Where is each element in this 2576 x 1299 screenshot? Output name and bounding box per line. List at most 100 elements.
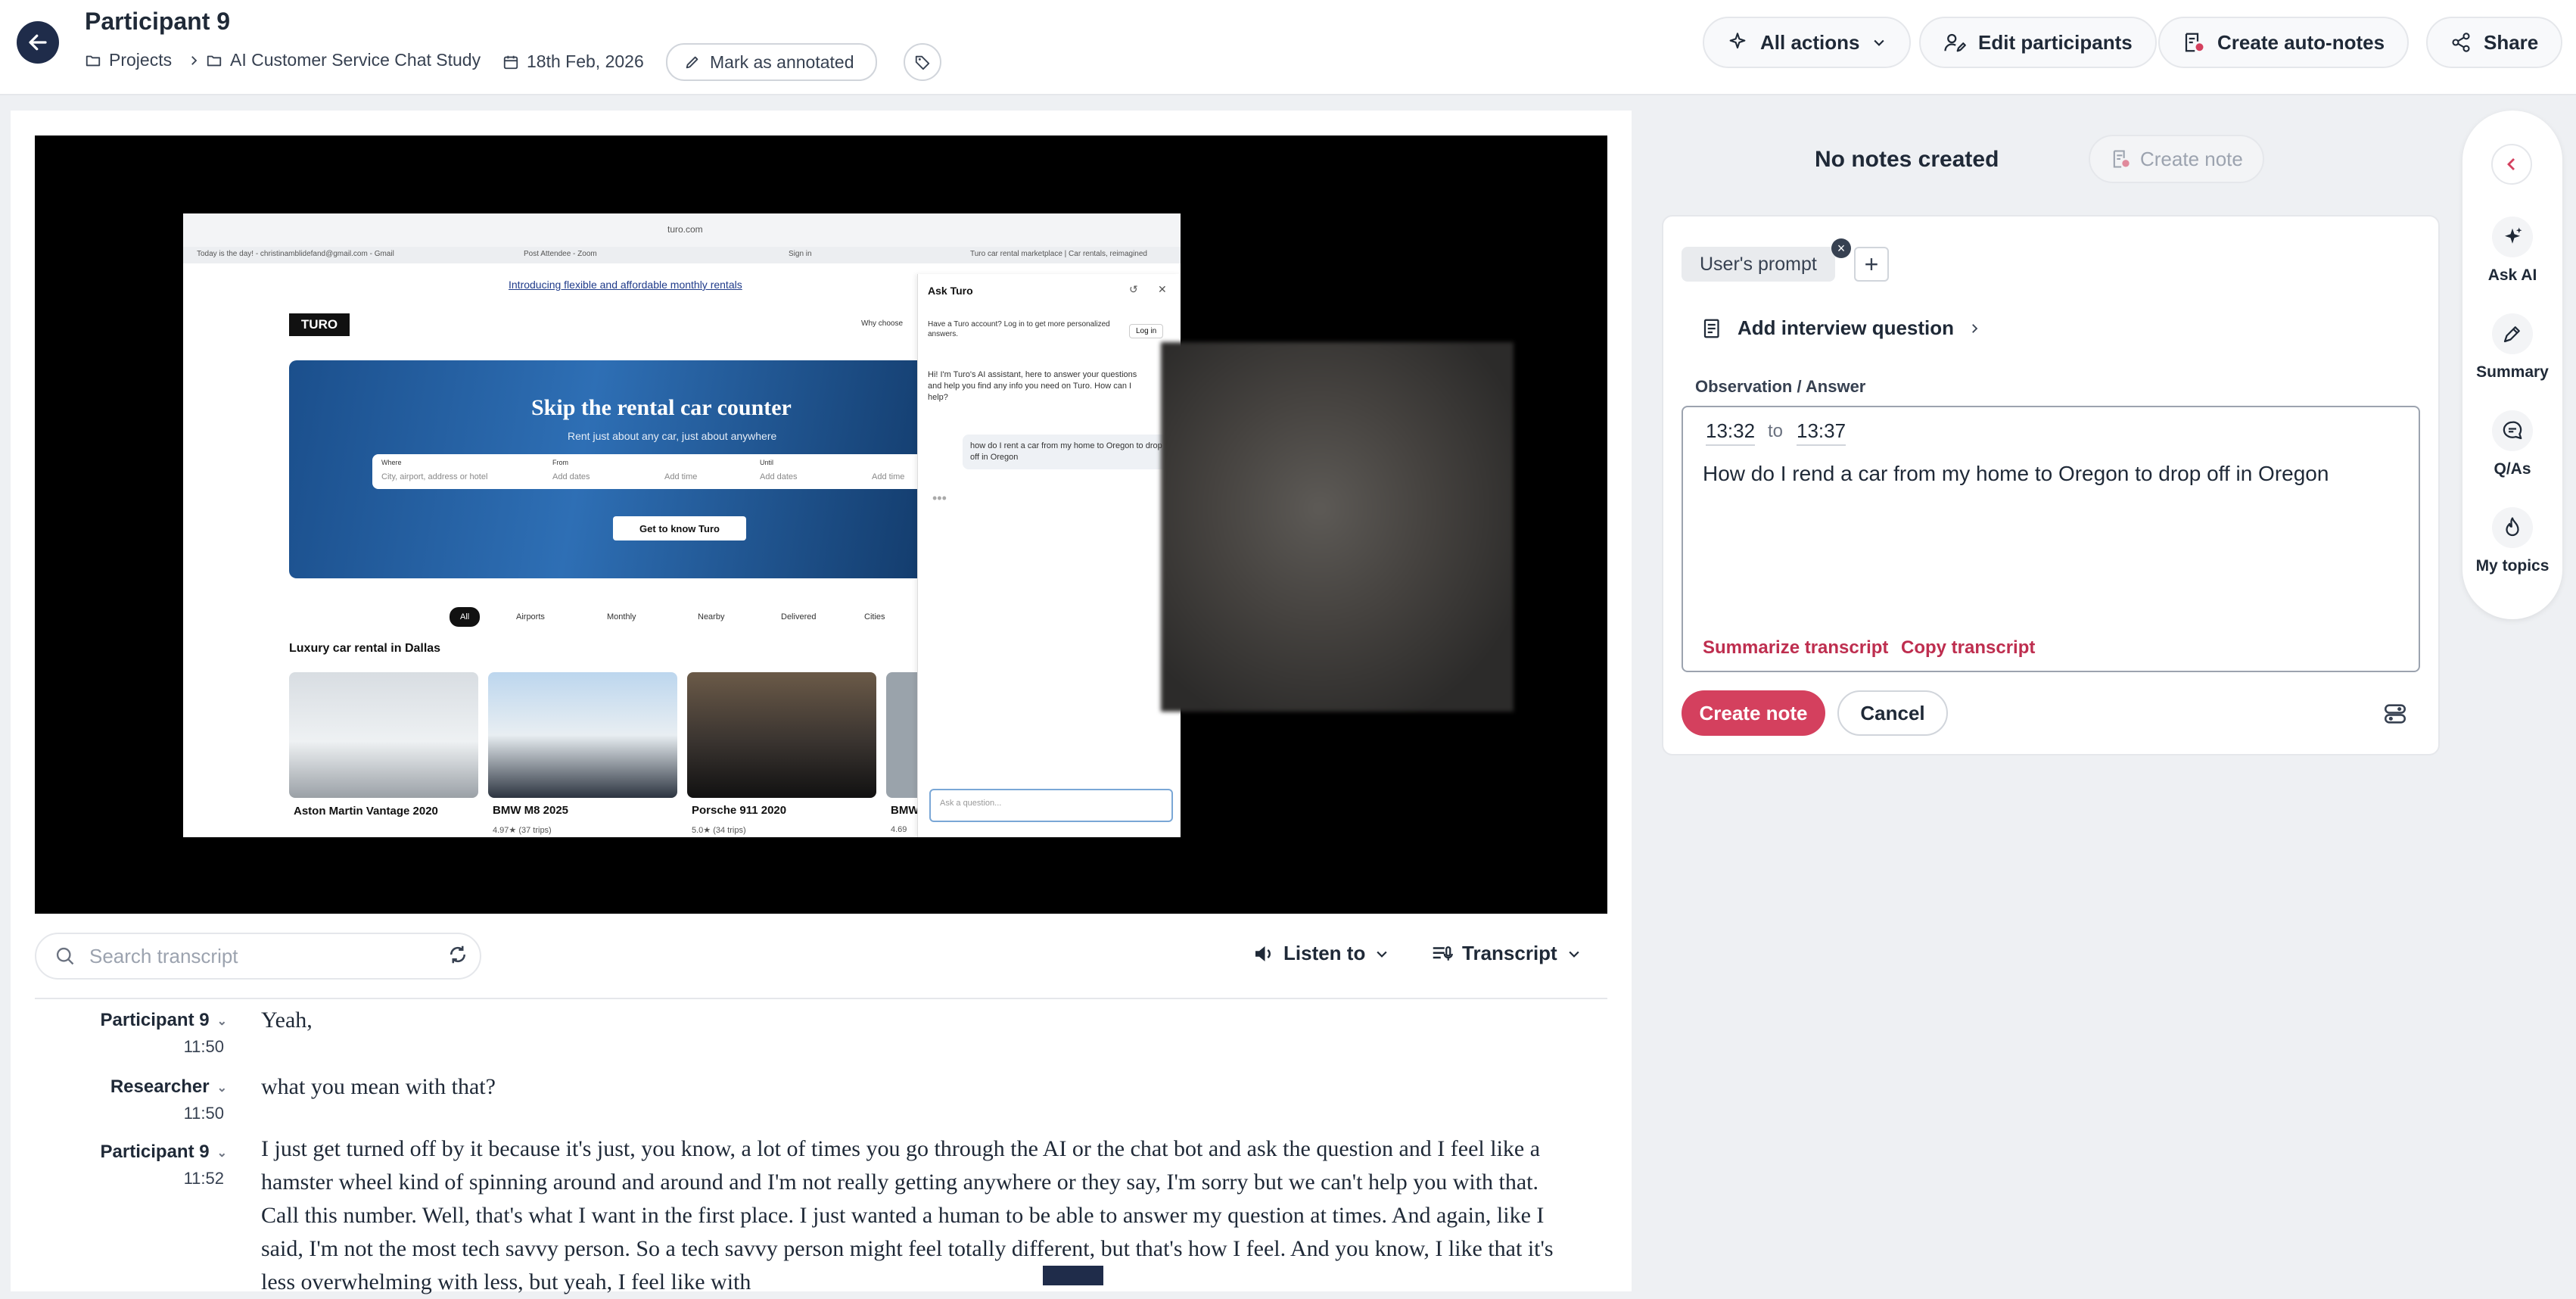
edit-participants-button[interactable]: Edit participants	[1919, 17, 2157, 68]
toggle-options-icon[interactable]	[2382, 701, 2408, 727]
note-add-icon	[2185, 33, 2204, 52]
breadcrumb-label: AI Customer Service Chat Study	[230, 50, 481, 70]
add-interview-question[interactable]: Add interview question	[1701, 316, 1981, 340]
breadcrumb-label: Projects	[109, 50, 173, 70]
car-name: BMW M8 2025	[493, 804, 569, 817]
transcript-text: Yeah,	[261, 1008, 313, 1033]
hero-subtitle: Rent just about any car, just about anyw…	[568, 430, 777, 442]
sparkle-icon	[1729, 33, 1746, 49]
timestamp[interactable]: 11:52	[0, 1169, 224, 1188]
breadcrumb-projects[interactable]: Projects	[85, 50, 201, 70]
chevron-down-icon: ⌄	[216, 1014, 227, 1028]
transcript-dropdown[interactable]: Transcript	[1430, 942, 1582, 965]
browser-tab: Post Attendee - Zoom	[524, 250, 597, 258]
chevron-down-icon: ⌄	[216, 1146, 227, 1160]
filter-chip: All	[450, 607, 481, 627]
listen-to-label: Listen to	[1283, 942, 1366, 964]
chevron-down-icon	[1377, 951, 1387, 958]
sparkle-icon	[2492, 216, 2533, 257]
typing-indicator: •••	[932, 491, 947, 506]
share-button[interactable]: Share	[2426, 17, 2563, 68]
chat-bot-message: Hi! I'm Turo's AI assistant, here to ans…	[928, 370, 1137, 402]
create-auto-notes-label: Create auto-notes	[2217, 30, 2385, 54]
transcript-text: what you mean with that?	[261, 1074, 496, 1099]
browser-url: turo.com	[667, 224, 703, 235]
car-name: Porsche 911 2020	[692, 804, 787, 817]
rail-label: My topics	[2475, 557, 2550, 575]
pencil-icon	[686, 56, 698, 69]
create-note-top-button[interactable]: Create note	[2089, 135, 2264, 183]
rail-my-topics[interactable]: My topics	[2462, 507, 2562, 575]
add-tag-button[interactable]: +	[1854, 247, 1889, 282]
edit-participants-label: Edit participants	[1978, 30, 2133, 54]
cancel-button[interactable]: Cancel	[1837, 690, 1948, 736]
answer-editor[interactable]	[1682, 406, 2420, 672]
chevron-right-icon	[191, 55, 198, 65]
chevron-down-icon	[1569, 951, 1579, 958]
rail-summary[interactable]: Summary	[2462, 313, 2562, 382]
tag-icon	[915, 55, 930, 70]
answer-text[interactable]: How do I rend a car from my home to Oreg…	[1703, 462, 2329, 486]
rail-collapse-button[interactable]	[2491, 144, 2532, 185]
no-notes-label: No notes created	[1815, 147, 1999, 172]
mark-annotated-button[interactable]: Mark as annotated	[666, 43, 877, 81]
create-auto-notes-button[interactable]: Create auto-notes	[2158, 17, 2410, 68]
session-date: 18th Feb, 2026	[502, 51, 644, 72]
page-title: Participant 9	[85, 8, 231, 35]
breadcrumb-study[interactable]: AI Customer Service Chat Study	[206, 50, 481, 70]
create-note-top-label: Create note	[2140, 147, 2243, 170]
speaker-selector[interactable]: Researcher ⌄	[0, 1076, 227, 1098]
until-label: Until	[760, 459, 774, 466]
search-sync-icon[interactable]	[446, 943, 469, 966]
chip-remove-icon[interactable]: ×	[1831, 238, 1851, 258]
search-widget	[372, 454, 932, 489]
browser-tab: Today is the day! - christinamblidefand@…	[197, 250, 394, 258]
date-label: 18th Feb, 2026	[527, 51, 644, 71]
arrow-left-icon	[29, 34, 47, 51]
summarize-transcript-link[interactable]: Summarize transcript	[1703, 637, 1888, 659]
chat-title: Ask Turo	[928, 285, 973, 297]
transcript-icon	[1433, 945, 1453, 961]
folder-icon	[207, 55, 222, 66]
divider	[35, 998, 1607, 999]
timestamp[interactable]: 11:50	[0, 1104, 224, 1123]
speaker-selector[interactable]: Participant 9 ⌄	[0, 1142, 227, 1163]
car-image	[687, 672, 876, 798]
all-actions-button[interactable]: All actions	[1703, 17, 1912, 68]
chat-login-button: Log in	[1129, 324, 1164, 338]
back-button[interactable]	[17, 21, 59, 64]
rail-ask-ai[interactable]: Ask AI	[2462, 216, 2562, 285]
time-to-field[interactable]: 13:37	[1797, 419, 1846, 446]
promo-banner: Introducing flexible and affordable mont…	[509, 279, 742, 291]
filter-chip: Nearby	[698, 612, 725, 621]
chat-account-prompt: Have a Turo account? Log in to get more …	[928, 320, 1110, 338]
tag-button[interactable]	[904, 43, 941, 81]
question-doc-icon	[1703, 319, 1719, 338]
section-title: Luxury car rental in Dallas	[289, 642, 441, 655]
create-note-button[interactable]: Create note	[1682, 690, 1825, 736]
pen-icon	[2492, 313, 2533, 354]
mark-annotated-label: Mark as annotated	[710, 51, 854, 72]
time-to-label: to	[1768, 421, 1784, 441]
where-label: Where	[381, 459, 402, 466]
time-from-field[interactable]: 13:32	[1706, 419, 1756, 446]
from-time: Add time	[664, 472, 698, 481]
timestamp[interactable]: 11:50	[0, 1037, 224, 1057]
rail-qas[interactable]: Q/As	[2462, 410, 2562, 478]
all-actions-label: All actions	[1760, 30, 1860, 54]
transcript-search[interactable]	[35, 933, 481, 980]
speaker-icon	[1255, 945, 1271, 961]
flame-icon	[2492, 507, 2533, 548]
car-rating: 5.0★ (34 trips)	[692, 826, 746, 835]
filter-chip: Airports	[516, 612, 545, 621]
copy-transcript-link[interactable]: Copy transcript	[1901, 637, 2035, 659]
listen-to-dropdown[interactable]: Listen to	[1252, 942, 1389, 965]
car-rating: 4.97★ (37 trips)	[493, 826, 552, 835]
rail-label: Summary	[2476, 363, 2549, 381]
prompt-chip[interactable]: User's prompt	[1682, 247, 1835, 282]
turo-logo: TURO	[289, 313, 350, 336]
speaker-selector[interactable]: Participant 9 ⌄	[0, 1010, 227, 1031]
from-label: From	[552, 459, 568, 466]
search-input[interactable]	[88, 943, 424, 969]
share-label: Share	[2484, 30, 2539, 54]
